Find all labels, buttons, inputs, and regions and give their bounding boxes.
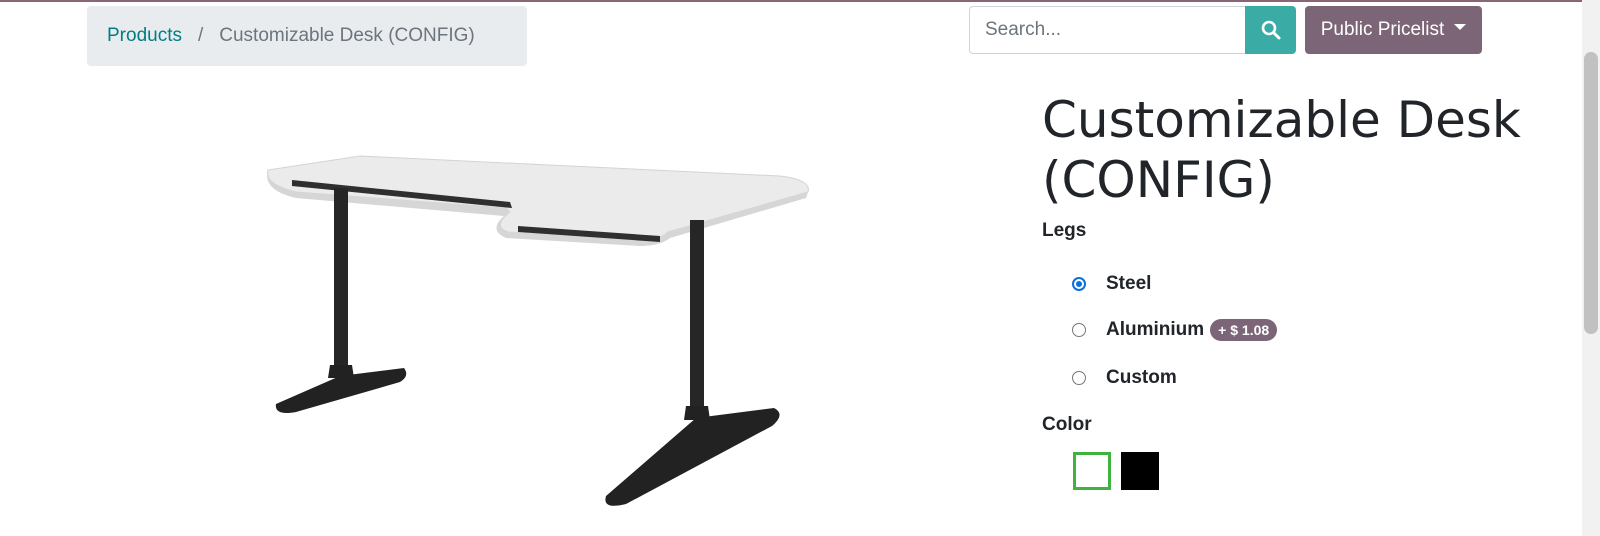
search-icon [1261, 20, 1280, 40]
search-button[interactable] [1245, 6, 1296, 54]
color-swatch-black[interactable] [1121, 452, 1159, 490]
top-border [0, 0, 1600, 2]
radio-steel[interactable] [1072, 277, 1086, 291]
price-extra-badge: + $ 1.08 [1210, 319, 1278, 341]
scrollbar-thumb[interactable] [1584, 52, 1598, 334]
breadcrumb-products-link[interactable]: Products [107, 25, 182, 47]
legs-option-label: Steel [1106, 273, 1152, 294]
radio-aluminium[interactable] [1072, 323, 1086, 337]
breadcrumb-current: Customizable Desk (CONFIG) [219, 25, 475, 46]
color-swatch-white[interactable] [1073, 452, 1111, 490]
desk-image [267, 155, 809, 506]
legs-option-label: Aluminium [1106, 319, 1205, 340]
legs-option-custom[interactable]: Custom [1072, 367, 1177, 389]
color-attribute-label: Color [1042, 414, 1092, 435]
legs-option-label: Custom [1106, 367, 1177, 388]
search-bar [969, 6, 1296, 54]
search-input[interactable] [969, 6, 1245, 54]
caret-down-icon [1454, 24, 1467, 30]
legs-option-steel[interactable]: Steel [1072, 273, 1151, 295]
breadcrumb: Products / Customizable Desk (CONFIG) [87, 6, 527, 66]
pricelist-label: Public Pricelist [1320, 19, 1445, 40]
product-title: Customizable Desk (CONFIG) [1042, 91, 1521, 209]
pricelist-dropdown[interactable]: Public Pricelist [1305, 6, 1482, 54]
legs-attribute-label: Legs [1042, 220, 1087, 241]
radio-custom[interactable] [1072, 371, 1086, 385]
product-image [260, 140, 830, 530]
breadcrumb-separator: / [197, 25, 204, 46]
legs-option-aluminium[interactable]: Aluminium + $ 1.08 [1072, 319, 1278, 341]
